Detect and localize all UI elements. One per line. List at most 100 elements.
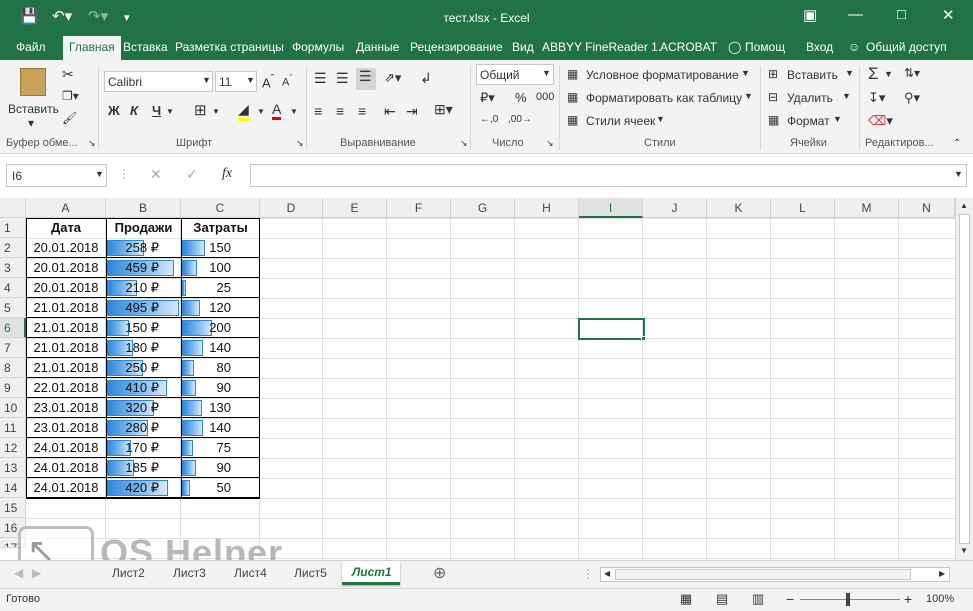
number-format-select[interactable]: Общий ▼	[476, 64, 554, 85]
normal-view-icon[interactable]: ▦	[680, 591, 692, 607]
clipboard-icon[interactable]	[20, 68, 46, 96]
header-cost[interactable]: Затраты	[181, 218, 260, 238]
cell-date[interactable]: 21.01.2018	[26, 358, 106, 378]
header-date[interactable]: Дата	[26, 218, 106, 238]
cell-sales[interactable]: 250 ₽	[106, 358, 159, 378]
increase-indent-icon[interactable]: ⇥	[406, 103, 418, 120]
cell-date[interactable]: 23.01.2018	[26, 398, 106, 418]
column-header-c[interactable]: C	[181, 198, 260, 218]
row-header-6[interactable]: 6	[0, 318, 26, 338]
cell-sales[interactable]: 320 ₽	[106, 398, 159, 418]
add-sheet-icon[interactable]: ⊕	[433, 563, 446, 583]
scroll-up-icon[interactable]: ▲	[960, 201, 968, 210]
format-cells-button[interactable]: Формат	[787, 114, 830, 128]
row-header-15[interactable]: 15	[0, 498, 26, 518]
underline-button[interactable]: Ч	[152, 103, 161, 118]
insert-function-button[interactable]: fx	[222, 166, 232, 182]
maximize-icon[interactable]: □	[897, 6, 906, 23]
cell-sales[interactable]: 150 ₽	[106, 318, 159, 338]
merge-center-icon[interactable]: ⊞▾	[434, 101, 453, 118]
column-header-j[interactable]: J	[643, 198, 707, 218]
cell-styles-button[interactable]: Стили ячеек	[586, 114, 655, 128]
h-scroll-thumb[interactable]	[615, 569, 911, 580]
underline-dropdown-icon[interactable]: ▼	[166, 107, 174, 116]
align-center-icon[interactable]: ≡	[336, 103, 344, 119]
cell-date[interactable]: 24.01.2018	[26, 438, 106, 458]
column-header-d[interactable]: D	[260, 198, 323, 218]
cond-format-button[interactable]: Условное форматирование	[586, 68, 739, 82]
align-middle-icon[interactable]: ☰	[336, 70, 349, 87]
ribbon-display-icon[interactable]: ▣	[803, 6, 817, 24]
autosum-dropdown-icon[interactable]: ▼	[884, 69, 893, 79]
cell-cost[interactable]: 80	[181, 358, 231, 378]
insert-cells-button[interactable]: Вставить	[787, 68, 838, 82]
row-header-12[interactable]: 12	[0, 438, 26, 458]
row-header-14[interactable]: 14	[0, 478, 26, 498]
enter-icon[interactable]: ✓	[186, 166, 198, 183]
cell-sales[interactable]: 459 ₽	[106, 258, 159, 278]
tab-formulas[interactable]: Формулы	[292, 40, 344, 54]
zoom-out-icon[interactable]: −	[786, 591, 794, 607]
increase-font-icon[interactable]: Aˆ	[262, 73, 274, 90]
row-header-4[interactable]: 4	[0, 278, 26, 298]
column-header-b[interactable]: B	[106, 198, 181, 218]
currency-icon[interactable]: ₽▾	[480, 90, 495, 106]
sheet-tab-3[interactable]: Лист3	[173, 566, 206, 580]
row-header-7[interactable]: 7	[0, 338, 26, 358]
fill-handle[interactable]	[641, 336, 646, 341]
cell-cost[interactable]: 140	[181, 418, 231, 438]
signin-link[interactable]: Вход	[806, 40, 833, 54]
italic-button[interactable]: К	[130, 103, 138, 118]
borders-dropdown-icon[interactable]: ▼	[212, 107, 220, 116]
cell-date[interactable]: 20.01.2018	[26, 238, 106, 258]
prev-sheet-icon[interactable]: ◀	[14, 566, 23, 580]
column-header-n[interactable]: N	[899, 198, 955, 218]
tab-insert[interactable]: Вставка	[123, 40, 168, 54]
cell-sales[interactable]: 258 ₽	[106, 238, 159, 258]
font-color-icon[interactable]: A	[272, 101, 282, 120]
orientation-icon[interactable]: ⇗▾	[384, 70, 401, 86]
zoom-in-icon[interactable]: +	[904, 591, 912, 607]
row-header-11[interactable]: 11	[0, 418, 26, 438]
fill-dropdown-icon[interactable]: ▼	[257, 107, 265, 116]
cell-date[interactable]: 24.01.2018	[26, 478, 106, 498]
cell-sales[interactable]: 210 ₽	[106, 278, 159, 298]
row-header-5[interactable]: 5	[0, 298, 26, 318]
tab-review[interactable]: Рецензирование	[410, 40, 503, 54]
cell-cost[interactable]: 150	[181, 238, 231, 258]
cell-sales[interactable]: 410 ₽	[106, 378, 159, 398]
thousands-button[interactable]: 000	[536, 91, 554, 103]
increase-decimal-icon[interactable]: ←,0	[480, 114, 498, 125]
cell-date[interactable]: 20.01.2018	[26, 278, 106, 298]
row-header-1[interactable]: 1	[0, 218, 26, 238]
align-bottom-icon[interactable]: ☰	[356, 68, 376, 90]
scroll-thumb[interactable]	[959, 214, 970, 544]
cell-sales[interactable]: 495 ₽	[106, 298, 159, 318]
cell-sales[interactable]: 280 ₽	[106, 418, 159, 438]
cell-sales[interactable]: 170 ₽	[106, 438, 159, 458]
cell-styles-dropdown-icon[interactable]: ▼	[656, 114, 665, 124]
decrease-font-icon[interactable]: Aˇ	[282, 73, 292, 89]
cell-cost[interactable]: 75	[181, 438, 231, 458]
vertical-scrollbar[interactable]: ▲ ▼	[955, 198, 973, 560]
find-select-icon[interactable]: ⚲▾	[904, 90, 920, 106]
borders-icon[interactable]: ⊞	[194, 101, 207, 119]
column-header-f[interactable]: F	[387, 198, 451, 218]
minimize-icon[interactable]: —	[848, 6, 863, 23]
tab-tell-me[interactable]: Помощ	[745, 40, 785, 54]
format-table-dropdown-icon[interactable]: ▼	[744, 91, 753, 101]
tab-file[interactable]: Файл	[16, 40, 46, 54]
cell-date[interactable]: 21.01.2018	[26, 298, 106, 318]
lightbulb-icon[interactable]: ◯	[728, 40, 741, 54]
formula-input[interactable]: ▼	[250, 164, 967, 187]
column-header-k[interactable]: K	[707, 198, 771, 218]
next-sheet-icon[interactable]: ▶	[32, 566, 41, 580]
cell-date[interactable]: 24.01.2018	[26, 458, 106, 478]
sort-filter-icon[interactable]: ⇅▾	[904, 66, 920, 80]
cell-cost[interactable]: 140	[181, 338, 231, 358]
font-size-select[interactable]: 11 ▼	[215, 71, 257, 92]
tab-home[interactable]: Главная	[63, 36, 121, 60]
delete-cells-button[interactable]: Удалить	[787, 91, 833, 105]
fill-color-icon[interactable]: ◢	[238, 101, 249, 121]
tab-data[interactable]: Данные	[356, 40, 399, 54]
